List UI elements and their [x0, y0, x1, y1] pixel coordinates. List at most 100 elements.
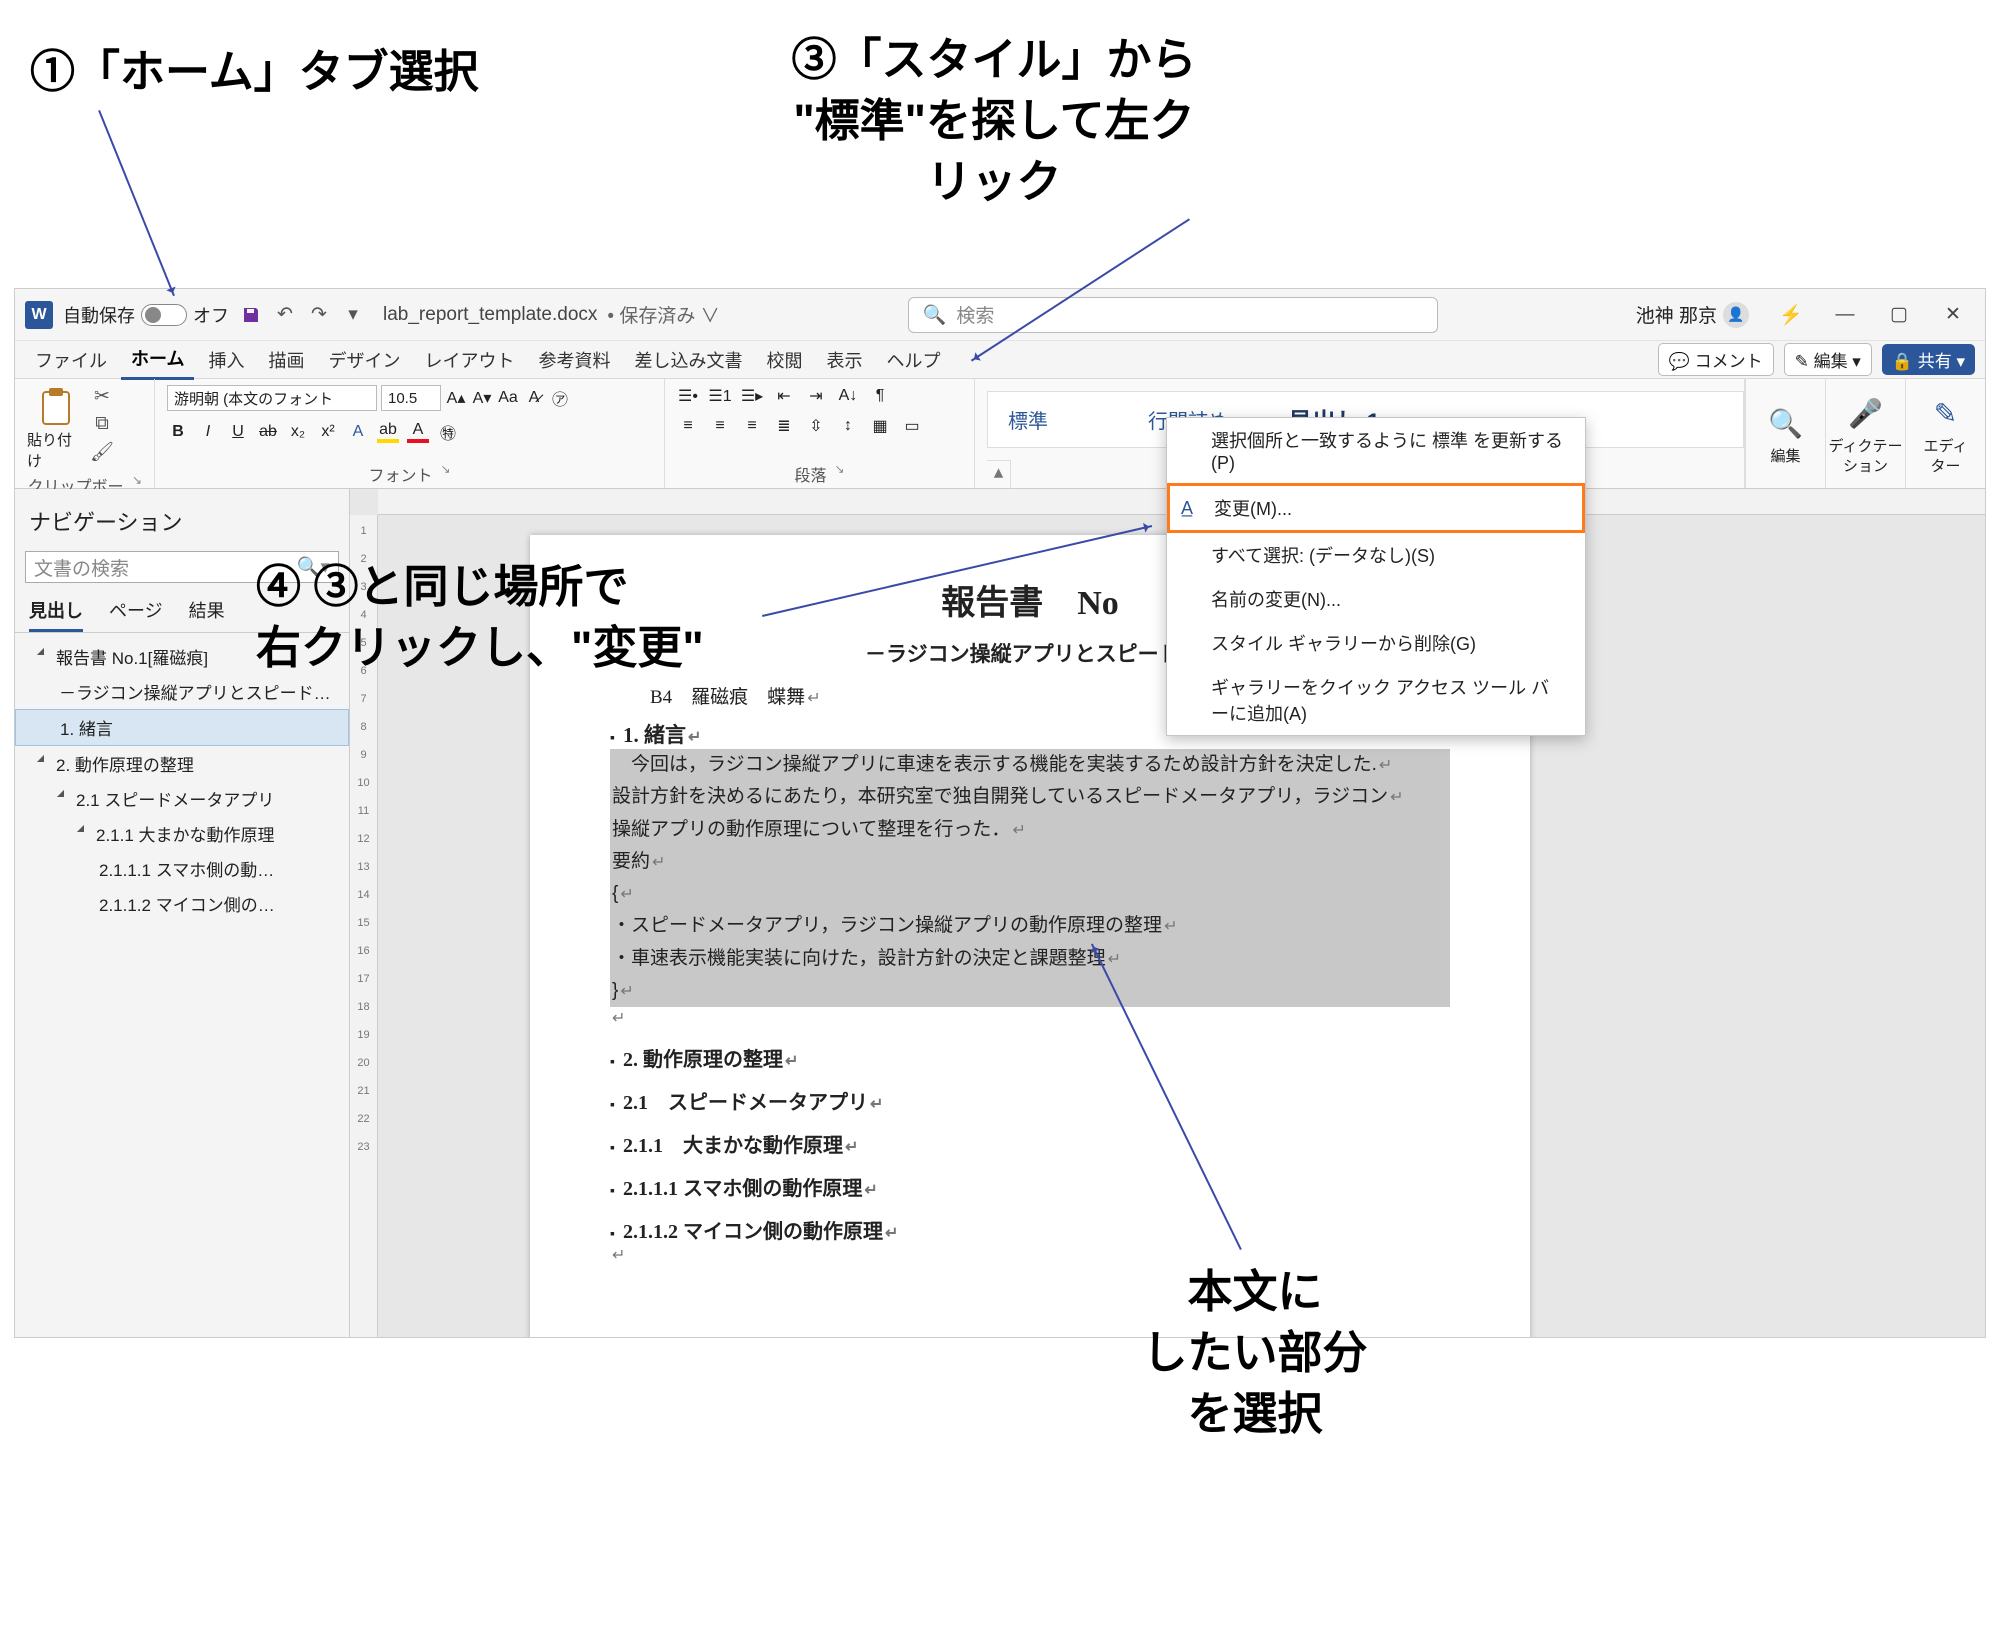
- doc-h211[interactable]: 2.1.1 大まかな動作原理: [610, 1129, 1450, 1158]
- doc-h2112[interactable]: 2.1.1.2 マイコン側の動作原理: [610, 1215, 1450, 1244]
- justify-icon[interactable]: ≣: [773, 415, 795, 437]
- doc-h2[interactable]: 2. 動作原理の整理: [610, 1043, 1450, 1072]
- tab-review[interactable]: 校閲: [756, 341, 812, 379]
- doc-h21[interactable]: 2.1 スピードメータアプリ: [610, 1086, 1450, 1115]
- nav-tab-pages[interactable]: ページ: [109, 597, 163, 632]
- text-effects-icon[interactable]: A: [347, 421, 369, 443]
- qat-dropdown-icon[interactable]: ▾: [341, 303, 365, 327]
- highlight-color-icon[interactable]: ab: [377, 421, 399, 443]
- align-center-icon[interactable]: ≡: [709, 415, 731, 437]
- quick-launch-icon[interactable]: ⚡: [1769, 296, 1813, 334]
- undo-icon[interactable]: ↶: [273, 303, 297, 327]
- nav-item-selected[interactable]: 1. 緒言: [15, 709, 349, 746]
- font-size-combo[interactable]: 10.5: [381, 385, 441, 411]
- style-context-menu: 選択個所と一致するように 標準 を更新する(P) A̲ 変更(M)... すべて…: [1166, 417, 1586, 736]
- clear-format-icon[interactable]: A̷: [523, 387, 545, 409]
- nav-tab-results[interactable]: 結果: [189, 597, 225, 632]
- menu-update-to-match[interactable]: 選択個所と一致するように 標準 を更新する(P): [1167, 418, 1585, 483]
- nav-tab-headings[interactable]: 見出し: [29, 597, 83, 632]
- comments-button[interactable]: 💬 コメント: [1658, 343, 1774, 376]
- doc-h2111[interactable]: 2.1.1.1 スマホ側の動作原理: [610, 1172, 1450, 1201]
- redo-icon[interactable]: ↷: [307, 303, 331, 327]
- shrink-font-icon[interactable]: A▾: [471, 387, 493, 409]
- bullets-icon[interactable]: ☰•: [677, 385, 699, 407]
- menu-modify-style[interactable]: A̲ 変更(M)...: [1167, 483, 1585, 533]
- expand-icon[interactable]: [57, 790, 71, 804]
- copy-icon[interactable]: ⧉: [91, 413, 113, 435]
- chevron-up-icon[interactable]: ▴: [994, 461, 1004, 484]
- toggle-off-icon[interactable]: [141, 304, 187, 326]
- nav-item[interactable]: －ラジコン操縦アプリとスピード…: [15, 674, 349, 709]
- empty-paragraph[interactable]: [610, 1007, 1450, 1029]
- grow-font-icon[interactable]: A▴: [445, 387, 467, 409]
- editor-button[interactable]: ✎ エディ ター: [1905, 379, 1985, 488]
- maximize-button[interactable]: ▢: [1877, 296, 1921, 334]
- font-name-combo[interactable]: 游明朝 (本文のフォント: [167, 385, 377, 411]
- menu-add-to-qat[interactable]: ギャラリーをクイック アクセス ツール バーに追加(A): [1167, 665, 1585, 735]
- style-normal[interactable]: 標準: [1008, 405, 1118, 434]
- expand-icon[interactable]: [37, 755, 51, 769]
- share-button[interactable]: 🔒 共有 ▾: [1882, 344, 1975, 375]
- align-left-icon[interactable]: ≡: [677, 415, 699, 437]
- paste-button[interactable]: 貼り付け: [27, 385, 85, 471]
- menu-select-all[interactable]: すべて選択: (データなし)(S): [1167, 533, 1585, 577]
- editing-mode-button[interactable]: ✎ 編集 ▾: [1784, 343, 1872, 376]
- search-input[interactable]: 🔍 検索: [908, 297, 1438, 333]
- minimize-button[interactable]: —: [1823, 296, 1867, 334]
- expand-icon[interactable]: [37, 648, 51, 662]
- editing-group-button[interactable]: 🔍 編集: [1745, 379, 1825, 488]
- dialog-launcher-icon[interactable]: ↘: [440, 462, 450, 486]
- change-case-icon[interactable]: Aa: [497, 387, 519, 409]
- font-color-icon[interactable]: A: [407, 421, 429, 443]
- tab-insert[interactable]: 挿入: [198, 341, 254, 379]
- autosave-toggle[interactable]: 自動保存 オフ: [63, 302, 229, 328]
- format-painter-icon[interactable]: 🖌: [91, 441, 113, 463]
- decrease-indent-icon[interactable]: ⇤: [773, 385, 795, 407]
- close-button[interactable]: ✕: [1931, 296, 1975, 334]
- borders-icon[interactable]: ▭: [901, 415, 923, 437]
- selected-body-text[interactable]: 今回は，ラジコン操縦アプリに車速を表示する機能を実装するため設計方針を決定した.…: [610, 749, 1450, 1007]
- nav-item[interactable]: 2.1.1.2 マイコン側の…: [15, 886, 349, 921]
- dialog-launcher-icon[interactable]: ↘: [834, 462, 844, 486]
- menu-remove-from-gallery[interactable]: スタイル ギャラリーから削除(G): [1167, 621, 1585, 665]
- increase-indent-icon[interactable]: ⇥: [805, 385, 827, 407]
- strikethrough-button[interactable]: ab: [257, 421, 279, 443]
- dictate-button[interactable]: 🎤 ディクテー ション: [1825, 379, 1905, 488]
- tab-home[interactable]: ホーム: [121, 339, 194, 380]
- enclose-char-icon[interactable]: ㊕: [437, 421, 459, 443]
- nav-item[interactable]: 2.1 スピードメータアプリ: [15, 781, 349, 816]
- annotation-arrow-1: [98, 110, 175, 296]
- expand-icon[interactable]: [77, 825, 91, 839]
- numbering-icon[interactable]: ☰1: [709, 385, 731, 407]
- bold-button[interactable]: B: [167, 421, 189, 443]
- save-icon[interactable]: [239, 303, 263, 327]
- subscript-button[interactable]: x₂: [287, 421, 309, 443]
- menu-rename[interactable]: 名前の変更(N)...: [1167, 577, 1585, 621]
- nav-item[interactable]: 2.1.1 大まかな動作原理: [15, 816, 349, 851]
- tab-help[interactable]: ヘルプ: [876, 341, 950, 379]
- account-button[interactable]: 池神 那京 👤: [1626, 299, 1759, 330]
- tab-draw[interactable]: 描画: [258, 341, 314, 379]
- show-marks-icon[interactable]: ¶: [869, 385, 891, 407]
- tab-file[interactable]: ファイル: [25, 341, 117, 379]
- underline-button[interactable]: U: [227, 421, 249, 443]
- tab-view[interactable]: 表示: [816, 341, 872, 379]
- tab-references[interactable]: 参考資料: [528, 341, 620, 379]
- tab-layout[interactable]: レイアウト: [414, 341, 524, 379]
- superscript-button[interactable]: x²: [317, 421, 339, 443]
- tab-design[interactable]: デザイン: [318, 341, 410, 379]
- distribute-icon[interactable]: ⇳: [805, 415, 827, 437]
- nav-item[interactable]: 2.1.1.1 スマホ側の動…: [15, 851, 349, 886]
- align-right-icon[interactable]: ≡: [741, 415, 763, 437]
- nav-item[interactable]: 2. 動作原理の整理: [15, 746, 349, 781]
- tab-mailings[interactable]: 差し込み文書: [624, 341, 752, 379]
- shading-icon[interactable]: ▦: [869, 415, 891, 437]
- phonetic-guide-icon[interactable]: ㋐: [549, 387, 571, 409]
- sort-icon[interactable]: A↓: [837, 385, 859, 407]
- saved-status[interactable]: • 保存済み ∨: [607, 301, 719, 328]
- multilevel-list-icon[interactable]: ☰▸: [741, 385, 763, 407]
- cut-icon[interactable]: ✂: [91, 385, 113, 407]
- word-app-icon: W: [25, 301, 53, 329]
- italic-button[interactable]: I: [197, 421, 219, 443]
- line-spacing-icon[interactable]: ↕: [837, 415, 859, 437]
